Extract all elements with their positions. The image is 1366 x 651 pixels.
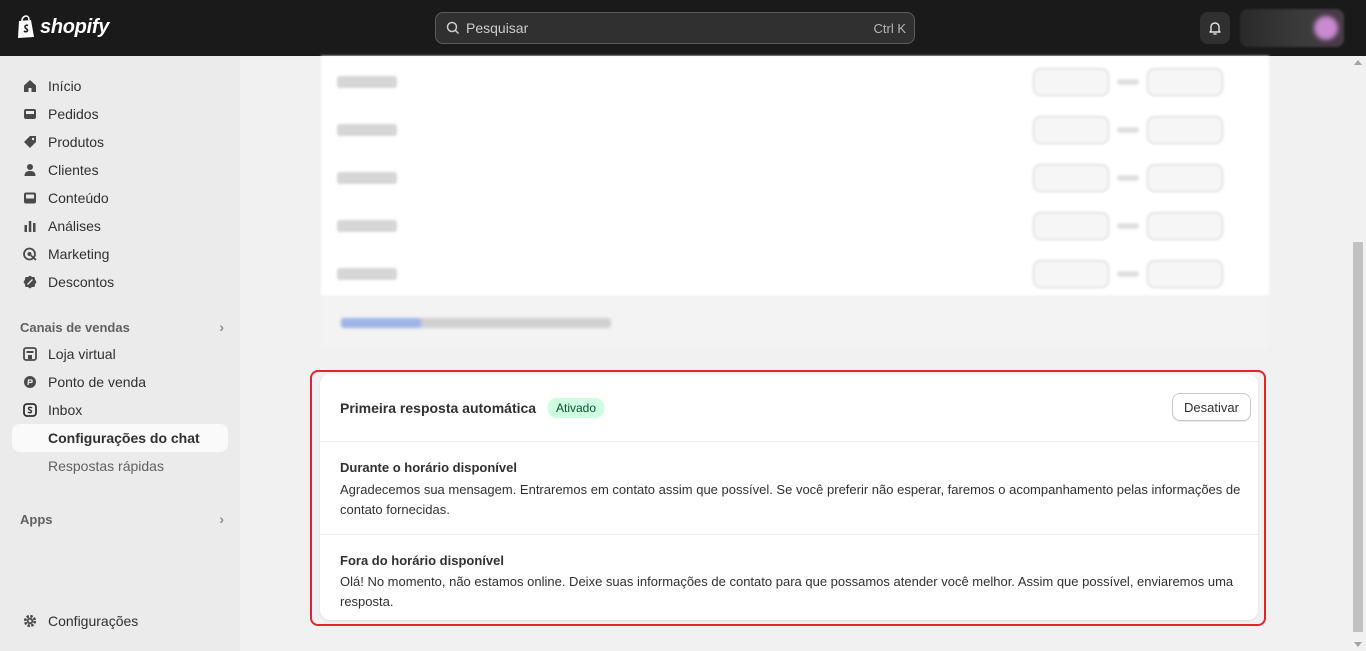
top-bar: shopify Pesquisar Ctrl K xyxy=(0,0,1366,56)
card-title: Primeira resposta automática xyxy=(340,400,537,416)
section-message: Agradecemos sua mensagem. Entraremos em … xyxy=(340,482,1241,517)
sidebar-item-clientes[interactable]: Clientes xyxy=(12,156,228,184)
pos-icon xyxy=(22,374,38,390)
shopify-bag-icon xyxy=(18,15,34,38)
chevron-right-icon: › xyxy=(219,511,224,527)
tag-icon xyxy=(22,134,38,150)
section-message: Olá! No momento, não estamos online. Dei… xyxy=(340,574,1234,609)
search-shortcut: Ctrl K xyxy=(873,20,907,36)
search-input[interactable]: Pesquisar Ctrl K xyxy=(435,12,915,44)
sidebar-item-label: Clientes xyxy=(48,162,99,178)
notifications-button[interactable] xyxy=(1200,12,1230,44)
sidebar-item-label: Início xyxy=(48,78,82,94)
sidebar-item-label: Configurações do chat xyxy=(48,430,200,446)
brand-name: shopify xyxy=(40,15,110,38)
sidebar-item-inicio[interactable]: Início xyxy=(12,72,228,100)
target-icon xyxy=(22,246,38,262)
store-account-menu[interactable] xyxy=(1240,9,1344,47)
apps-label: Apps xyxy=(20,511,53,527)
hours-row xyxy=(337,250,1253,298)
inbox-tray-icon xyxy=(22,106,38,122)
scroll-up-arrow-icon[interactable] xyxy=(1354,60,1362,65)
sidebar-item-label: Produtos xyxy=(48,134,105,150)
hours-row xyxy=(337,202,1253,250)
bell-icon xyxy=(1209,22,1221,35)
sidebar-item-label: Descontos xyxy=(48,274,115,290)
hours-footer-blurred xyxy=(321,296,1269,348)
sidebar-item-inbox[interactable]: Inbox xyxy=(12,396,228,424)
sales-channels-label: Canais de vendas xyxy=(20,319,130,335)
hours-row xyxy=(337,106,1253,154)
highlight-outline: Primeira resposta automática Ativado Des… xyxy=(310,370,1266,626)
scroll-down-arrow-icon[interactable] xyxy=(1354,642,1362,647)
sidebar-item-label: Configurações xyxy=(48,613,139,629)
sidebar-item-ponto-de-venda[interactable]: Ponto de venda xyxy=(12,368,228,396)
hours-row xyxy=(337,58,1253,106)
business-hours-card-blurred xyxy=(321,56,1269,296)
card-header: Primeira resposta automática Ativado Des… xyxy=(320,374,1258,442)
sidebar-item-marketing[interactable]: Marketing xyxy=(12,240,228,268)
section-title: Fora do horário disponível xyxy=(340,553,504,568)
sales-channels-header[interactable]: Canais de vendas › xyxy=(20,319,224,335)
available-hours-section[interactable]: Durante o horário disponível Agradecemos… xyxy=(320,442,1258,535)
status-badge: Ativado xyxy=(548,398,605,418)
sidebar-item-label: Respostas rápidas xyxy=(48,458,164,474)
sidebar-item-descontos[interactable]: Descontos xyxy=(12,268,228,296)
deactivate-button[interactable]: Desativar xyxy=(1172,393,1251,421)
sidebar-item-conteudo[interactable]: Conteúdo xyxy=(12,184,228,212)
sidebar-item-produtos[interactable]: Produtos xyxy=(12,128,228,156)
home-icon xyxy=(22,78,38,94)
scroll-thumb[interactable] xyxy=(1353,242,1363,632)
discount-icon xyxy=(22,274,38,290)
image-icon xyxy=(22,190,38,206)
sidebar-item-pedidos[interactable]: Pedidos xyxy=(12,100,228,128)
store-icon xyxy=(22,346,38,362)
sidebar-item-label: Conteúdo xyxy=(48,190,109,206)
section-title: Durante o horário disponível xyxy=(340,460,517,475)
sidebar-item-configuracoes-do-chat[interactable]: Configurações do chat xyxy=(12,424,228,452)
person-icon xyxy=(22,162,38,178)
chevron-right-icon: › xyxy=(219,319,224,335)
sidebar-item-label: Pedidos xyxy=(48,106,99,122)
sidebar-item-label: Marketing xyxy=(48,246,110,262)
sidebar-item-analises[interactable]: Análises xyxy=(12,212,228,240)
avatar xyxy=(1314,16,1338,40)
shopify-logo[interactable]: shopify xyxy=(16,15,109,39)
sidebar-item-label: Ponto de venda xyxy=(48,374,147,390)
sidebar-item-respostas-rapidas[interactable]: Respostas rápidas xyxy=(12,452,228,480)
bar-chart-icon xyxy=(22,218,38,234)
main-content: Primeira resposta automática Ativado Des… xyxy=(240,56,1350,651)
hours-row xyxy=(337,154,1253,202)
apps-header[interactable]: Apps › xyxy=(20,511,224,527)
unavailable-hours-section[interactable]: Fora do horário disponível Olá! No momen… xyxy=(320,535,1258,620)
sidebar-item-label: Inbox xyxy=(48,402,83,418)
sidebar-item-label: Análises xyxy=(48,218,101,234)
page-scrollbar[interactable] xyxy=(1350,56,1366,651)
inbox-app-icon xyxy=(22,402,38,418)
gear-icon xyxy=(22,613,38,629)
search-placeholder: Pesquisar xyxy=(466,20,529,36)
sidebar: Início Pedidos Produtos Clientes Conteúd… xyxy=(0,56,240,651)
auto-reply-card: Primeira resposta automática Ativado Des… xyxy=(320,374,1258,620)
search-icon xyxy=(446,21,460,35)
sidebar-item-loja-virtual[interactable]: Loja virtual xyxy=(12,340,228,368)
sidebar-item-label: Loja virtual xyxy=(48,346,116,362)
sidebar-item-configuracoes[interactable]: Configurações xyxy=(12,607,228,635)
